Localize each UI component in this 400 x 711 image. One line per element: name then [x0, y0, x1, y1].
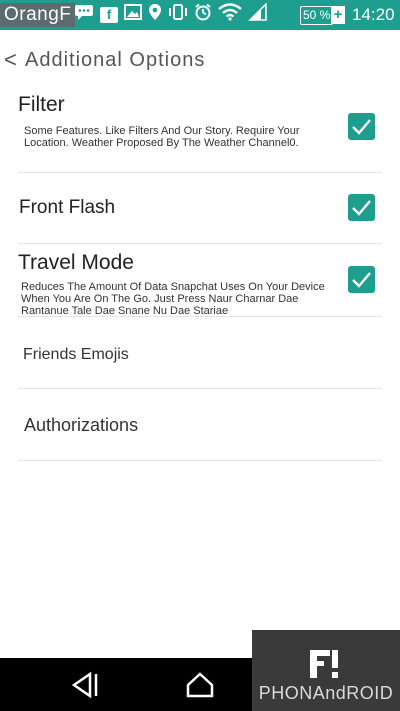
chat-icon: [74, 4, 94, 26]
option-title: Front Flash: [19, 197, 116, 218]
watermark-text: PHONAndROID: [258, 683, 394, 703]
charging-icon: +: [331, 6, 345, 24]
back-button[interactable]: <: [4, 46, 17, 74]
image-icon: [124, 4, 142, 26]
watermark: PHONAndROID: [252, 630, 400, 711]
option-title: Friends Emojis: [23, 346, 129, 363]
phonandroid-logo-icon: [306, 646, 342, 682]
status-bar: OrangF f 50 % + 14:20: [0, 0, 400, 30]
facebook-icon: f: [100, 7, 118, 23]
option-description: Reduces The Amount Of Data Snapchat Uses…: [21, 281, 325, 317]
nav-home-button[interactable]: [180, 668, 220, 702]
front-flash-checkbox[interactable]: [348, 194, 375, 221]
option-friends-emojis[interactable]: Friends Emojis: [18, 317, 382, 389]
option-title: Filter: [18, 93, 65, 116]
location-icon: [148, 3, 162, 27]
header: < Additional Options: [0, 40, 400, 80]
vibrate-icon: [168, 4, 188, 26]
page-title: Additional Options: [25, 49, 206, 71]
option-title: Authorizations: [24, 415, 139, 435]
battery-level: 50 %: [300, 6, 334, 25]
filter-checkbox[interactable]: [348, 113, 375, 140]
alarm-icon: [194, 3, 212, 27]
wifi-icon: [218, 3, 242, 27]
signal-icon: [248, 2, 268, 27]
carrier-label: OrangF: [0, 3, 76, 27]
home-icon: [180, 672, 220, 706]
option-front-flash[interactable]: Front Flash: [18, 173, 382, 244]
nav-back-button[interactable]: [66, 668, 106, 702]
notification-icons: f: [74, 2, 268, 27]
clock: 14:20: [352, 5, 395, 24]
option-travel-mode[interactable]: Travel Mode Reduces The Amount Of Data S…: [18, 244, 382, 317]
back-triangle-icon: [66, 671, 106, 706]
option-description: Some Features. Like Filters And Our Stor…: [24, 125, 300, 149]
option-filter[interactable]: Filter Some Features. Like Filters And O…: [18, 90, 382, 173]
option-title: Travel Mode: [18, 251, 134, 274]
option-authorizations[interactable]: Authorizations: [18, 389, 382, 461]
travel-mode-checkbox[interactable]: [348, 266, 375, 293]
